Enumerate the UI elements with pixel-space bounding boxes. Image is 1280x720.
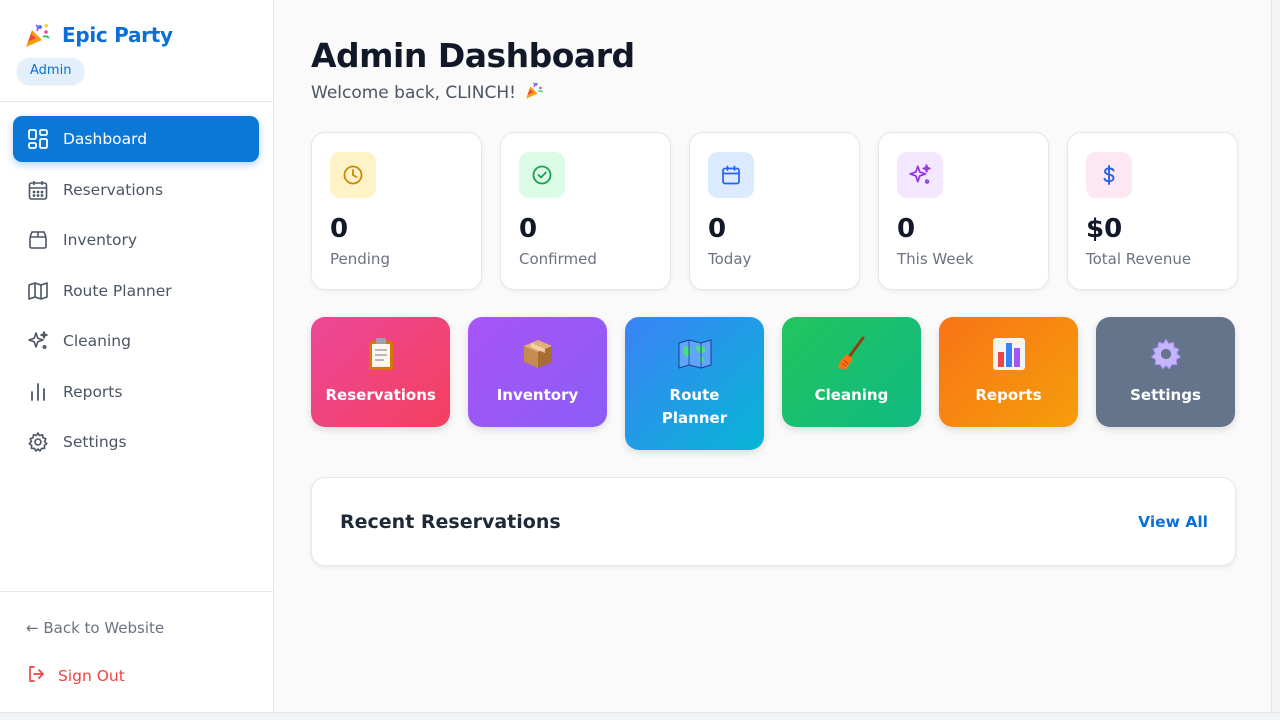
package-icon bbox=[519, 335, 557, 373]
tile-cleaning[interactable]: Cleaning bbox=[782, 317, 921, 427]
tile-reports[interactable]: Reports bbox=[939, 317, 1078, 427]
tile-label: Reports bbox=[975, 386, 1042, 404]
sidebar-item-label: Reservations bbox=[63, 180, 164, 199]
stat-card-total-revenue: $0 Total Revenue bbox=[1067, 132, 1238, 290]
sidebar-item-reports[interactable]: Reports bbox=[13, 369, 259, 415]
page-title: Admin Dashboard bbox=[311, 36, 635, 75]
sidebar-item-label: Settings bbox=[63, 433, 127, 451]
stat-label: Today bbox=[708, 250, 752, 268]
welcome-text: Welcome back, CLINCH! bbox=[311, 82, 516, 103]
horizontal-scrollbar[interactable] bbox=[0, 712, 1280, 720]
stat-card-today: 0 Today bbox=[689, 132, 860, 290]
stat-value: 0 bbox=[519, 214, 538, 244]
sidebar-item-cleaning[interactable]: Cleaning bbox=[13, 318, 259, 364]
tile-reservations[interactable]: Reservations bbox=[311, 317, 450, 427]
stat-value: $0 bbox=[1086, 214, 1123, 244]
tile-label: Route Planner bbox=[661, 386, 728, 427]
sidebar-item-label: Cleaning bbox=[63, 332, 131, 350]
stat-label: Total Revenue bbox=[1086, 250, 1192, 268]
dashboard-grid-icon bbox=[27, 128, 49, 150]
sign-out-icon bbox=[26, 664, 46, 688]
stat-card-confirmed: 0 Confirmed bbox=[500, 132, 671, 290]
vertical-scrollbar[interactable] bbox=[1271, 0, 1280, 712]
gear-icon bbox=[27, 431, 49, 453]
party-popper-icon bbox=[524, 80, 544, 105]
recent-reservations-card: Recent Reservations View All bbox=[311, 477, 1236, 566]
broom-icon bbox=[833, 335, 871, 373]
sparkles-icon bbox=[27, 330, 49, 352]
tile-route-planner[interactable]: Route Planner bbox=[625, 317, 764, 450]
tile-label: Reservations bbox=[325, 386, 436, 404]
stat-value: 0 bbox=[897, 214, 916, 244]
brand[interactable]: Epic Party bbox=[22, 20, 173, 50]
brand-name: Epic Party bbox=[62, 23, 173, 47]
clipboard-icon bbox=[362, 335, 400, 373]
stat-value: 0 bbox=[330, 214, 349, 244]
stat-value: 0 bbox=[708, 214, 727, 244]
tile-label: Cleaning bbox=[814, 386, 889, 404]
sidebar-item-label: Reports bbox=[63, 382, 123, 401]
main-content: Admin Dashboard Welcome back, CLINCH! 0 … bbox=[274, 0, 1280, 712]
sidebar-item-label: Route Planner bbox=[63, 281, 172, 300]
back-to-website-link[interactable]: ← Back to Website bbox=[26, 619, 164, 637]
role-badge: Admin bbox=[17, 58, 85, 84]
stat-label: This Week bbox=[897, 250, 974, 268]
welcome-message: Welcome back, CLINCH! bbox=[311, 80, 544, 105]
box-icon bbox=[27, 229, 49, 251]
stat-card-this-week: 0 This Week bbox=[878, 132, 1049, 290]
tile-label: Inventory bbox=[496, 386, 579, 404]
sidebar-item-label: Inventory bbox=[63, 231, 138, 249]
sign-out-label: Sign Out bbox=[58, 667, 125, 685]
sidebar-divider bbox=[0, 101, 273, 102]
sidebar-item-label: Dashboard bbox=[63, 130, 148, 148]
bar-chart-icon bbox=[27, 381, 49, 403]
map-icon bbox=[27, 280, 49, 302]
sidebar: Epic Party Admin Dashboard Reservations … bbox=[0, 0, 274, 712]
sidebar-item-settings[interactable]: Settings bbox=[13, 419, 259, 465]
tile-label: Settings bbox=[1130, 386, 1201, 404]
stat-label: Pending bbox=[330, 250, 390, 268]
calendar-icon bbox=[708, 152, 754, 198]
gear-icon bbox=[1147, 335, 1185, 373]
clock-icon bbox=[330, 152, 376, 198]
sidebar-divider bbox=[0, 591, 273, 592]
bar-chart-icon bbox=[990, 335, 1028, 373]
sidebar-item-reservations[interactable]: Reservations bbox=[13, 167, 259, 213]
quick-actions: Reservations Inventory Route Planner Cle… bbox=[311, 317, 1235, 450]
stat-label: Confirmed bbox=[519, 250, 597, 268]
tile-settings[interactable]: Settings bbox=[1096, 317, 1235, 427]
recent-reservations-title: Recent Reservations bbox=[340, 511, 561, 533]
sign-out-button[interactable]: Sign Out bbox=[26, 664, 125, 688]
stats-row: 0 Pending 0 Confirmed 0 Today 0 This Wee… bbox=[311, 132, 1238, 290]
sparkles-icon bbox=[897, 152, 943, 198]
stat-card-pending: 0 Pending bbox=[311, 132, 482, 290]
calendar-icon bbox=[27, 179, 49, 201]
tile-inventory[interactable]: Inventory bbox=[468, 317, 607, 427]
party-popper-icon bbox=[22, 20, 52, 50]
dollar-icon bbox=[1086, 152, 1132, 198]
view-all-link[interactable]: View All bbox=[1138, 513, 1208, 531]
sidebar-item-route-planner[interactable]: Route Planner bbox=[13, 268, 259, 314]
sidebar-nav: Dashboard Reservations Inventory Route P… bbox=[13, 116, 259, 470]
sidebar-item-dashboard[interactable]: Dashboard bbox=[13, 116, 259, 162]
world-map-icon bbox=[676, 335, 714, 373]
sidebar-item-inventory[interactable]: Inventory bbox=[13, 217, 259, 263]
check-circle-icon bbox=[519, 152, 565, 198]
